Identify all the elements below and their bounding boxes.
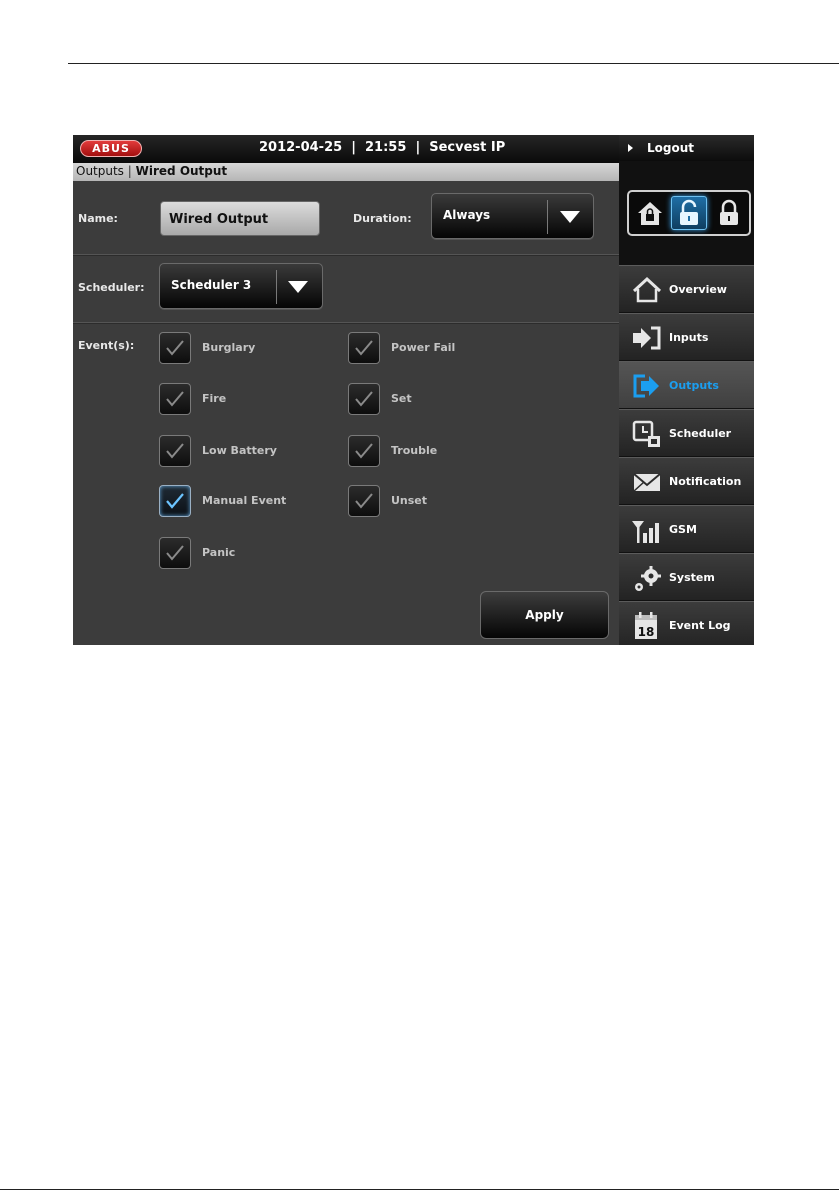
event-label: Manual Event	[202, 494, 287, 507]
breadcrumb-parent[interactable]: Outputs	[76, 164, 124, 178]
event-label: Burglary	[202, 341, 256, 354]
divider	[73, 254, 619, 255]
page-bottom-rule	[0, 1189, 839, 1190]
page-top-rule	[68, 63, 839, 64]
arm-mode-selector	[627, 190, 751, 236]
home-lock-icon[interactable]	[632, 196, 668, 230]
checkmark-icon	[166, 545, 184, 561]
sidebar-item-outputs[interactable]: Outputs	[619, 361, 754, 408]
apply-button[interactable]: Apply	[480, 591, 609, 639]
checkmark-icon	[355, 340, 373, 356]
scheduler-icon	[632, 420, 660, 447]
event-label: Trouble	[391, 444, 438, 457]
logout-label: Logout	[647, 141, 695, 155]
breadcrumb-current: Wired Output	[135, 164, 228, 178]
event-label: Set	[391, 392, 412, 405]
sidebar-item-label: Inputs	[669, 331, 709, 344]
scheduler-select[interactable]: Scheduler 3	[159, 263, 323, 309]
breadcrumb-bar: Outputs | Wired Output	[73, 163, 619, 181]
scheduler-label: Scheduler:	[78, 281, 145, 294]
home-icon	[632, 276, 662, 303]
locked-icon[interactable]	[711, 196, 747, 230]
sidebar-item-label: Outputs	[669, 379, 719, 392]
sidebar-item-notification[interactable]: Notification	[619, 457, 754, 504]
breadcrumb: Outputs | Wired Output	[76, 164, 227, 178]
event-label: Unset	[391, 494, 428, 507]
chevron-down-icon	[288, 281, 308, 293]
event-label: Panic	[202, 546, 236, 559]
play-arrow-icon	[628, 144, 633, 152]
name-label: Name:	[78, 212, 118, 225]
secvest-screen: ABUS 2012-04-25 | 21:55 | Secvest IP Out…	[73, 135, 754, 645]
duration-value: Always	[443, 208, 491, 222]
breadcrumb-separator: |	[127, 164, 132, 178]
gears-icon	[635, 566, 661, 591]
checkbox-burglary[interactable]	[159, 332, 191, 364]
checkmark-icon	[166, 391, 184, 407]
duration-select[interactable]: Always	[431, 193, 594, 239]
sidebar-item-label: Event Log	[669, 619, 731, 632]
event-label: Power Fail	[391, 341, 456, 354]
checkbox-manual-event[interactable]	[159, 485, 191, 517]
event-label: Low Battery	[202, 444, 277, 457]
sidebar-item-event-log[interactable]: 18 Event Log	[619, 601, 754, 645]
sidebar-item-label: Notification	[669, 475, 742, 488]
abus-logo: ABUS	[80, 140, 142, 157]
checkbox-panic[interactable]	[159, 537, 191, 569]
checkmark-icon	[166, 493, 184, 509]
envelope-icon	[633, 473, 661, 492]
chevron-down-icon	[560, 211, 580, 223]
sidebar-item-system[interactable]: System	[619, 553, 754, 600]
checkbox-fire[interactable]	[159, 383, 191, 415]
calendar-icon: 18	[635, 612, 657, 639]
checkmark-icon	[166, 340, 184, 356]
divider	[73, 322, 619, 323]
checkbox-set[interactable]	[348, 383, 380, 415]
output-settings-panel: Name: Wired Output Duration: Always Sche…	[73, 181, 619, 645]
scheduler-value: Scheduler 3	[171, 278, 252, 292]
checkbox-trouble[interactable]	[348, 435, 380, 467]
event-label: Fire	[202, 392, 227, 405]
sidebar: Logout Overview Inputs Outputs Scheduler…	[619, 135, 754, 645]
name-input[interactable]: Wired Output	[160, 201, 320, 236]
logout-button[interactable]: Logout	[619, 135, 754, 161]
sidebar-item-overview[interactable]: Overview	[619, 265, 754, 312]
sidebar-item-label: Scheduler	[669, 427, 732, 440]
checkmark-icon	[355, 443, 373, 459]
header-bar: ABUS 2012-04-25 | 21:55 | Secvest IP	[73, 135, 619, 163]
checkmark-icon	[166, 443, 184, 459]
checkmark-icon	[355, 493, 373, 509]
unlocked-icon[interactable]	[671, 196, 707, 230]
checkmark-icon	[355, 391, 373, 407]
sidebar-item-label: System	[669, 571, 715, 584]
sidebar-item-label: GSM	[669, 523, 697, 536]
sidebar-item-label: Overview	[669, 283, 727, 296]
sidebar-item-scheduler[interactable]: Scheduler	[619, 409, 754, 456]
input-arrow-icon	[633, 326, 661, 350]
duration-label: Duration:	[353, 212, 412, 225]
header-title: 2012-04-25 | 21:55 | Secvest IP	[259, 140, 506, 155]
checkbox-power-fail[interactable]	[348, 332, 380, 364]
sidebar-item-inputs[interactable]: Inputs	[619, 313, 754, 360]
scheduler-select-divider	[276, 270, 277, 304]
output-arrow-icon	[633, 374, 659, 398]
events-label: Event(s):	[78, 339, 135, 352]
signal-icon	[632, 521, 659, 543]
sidebar-item-gsm[interactable]: GSM	[619, 505, 754, 552]
checkbox-unset[interactable]	[348, 485, 380, 517]
duration-select-divider	[547, 200, 548, 234]
calendar-day-number: 18	[638, 625, 655, 639]
checkbox-low-battery[interactable]	[159, 435, 191, 467]
